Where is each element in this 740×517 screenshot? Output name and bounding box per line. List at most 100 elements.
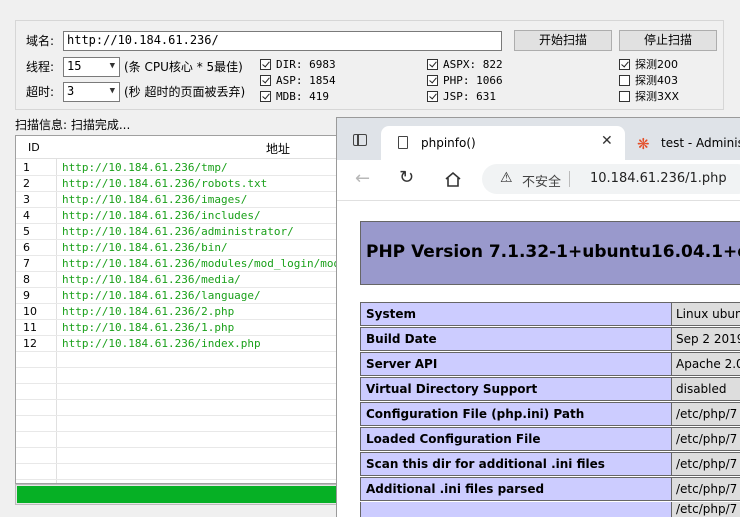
empty-row — [16, 416, 344, 432]
warning-icon[interactable]: ⚠ — [500, 170, 513, 186]
address-bar: ← ↻ ⚠ 不安全 10.184.61.236/1.php — [337, 160, 740, 201]
row-id: 11 — [23, 321, 37, 334]
checkbox-label: 探测3XX — [635, 90, 680, 103]
table-row[interactable]: 11 http://10.184.61.236/1.php — [16, 320, 344, 336]
phpinfo-value: disabled — [672, 377, 740, 401]
row-address[interactable]: http://10.184.61.236/bin/ — [62, 241, 228, 254]
scan-config-panel: 域名: http://10.184.61.236/ 开始扫描 停止扫描 线程: … — [15, 20, 724, 110]
empty-row — [16, 464, 344, 480]
tab-test-administrator[interactable]: ❋ test - Administ — [627, 126, 740, 160]
row-address[interactable]: http://10.184.61.236/1.php — [62, 321, 234, 334]
phpinfo-value: Linux ubun — [672, 302, 740, 326]
checkbox[interactable] — [260, 91, 271, 102]
table-row[interactable]: 12 http://10.184.61.236/index.php — [16, 336, 344, 352]
home-icon[interactable] — [444, 171, 462, 188]
table-row[interactable]: 4 http://10.184.61.236/includes/ — [16, 208, 344, 224]
page-icon — [398, 136, 408, 149]
phpinfo-row: Loaded Configuration File/etc/php/7 — [360, 427, 740, 452]
chevron-down-icon: ▼ — [109, 86, 115, 96]
row-address[interactable]: http://10.184.61.236/robots.txt — [62, 177, 267, 190]
checkbox[interactable] — [427, 75, 438, 86]
results-table[interactable]: ID 地址 1 http://10.184.61.236/tmp/2 http://… — [15, 135, 345, 484]
phpinfo-page: PHP Version 7.1.32-1+ubuntu16.04.1+deb S… — [337, 201, 740, 517]
row-address[interactable]: http://10.184.61.236/language/ — [62, 289, 261, 302]
checkbox-label: 探测200 — [635, 58, 678, 71]
php-version-title: PHP Version 7.1.32-1+ubuntu16.04.1+deb — [366, 242, 740, 262]
checkbox[interactable] — [260, 59, 271, 70]
checkbox[interactable] — [260, 75, 271, 86]
phpinfo-row: Scan this dir for additional .ini files /… — [360, 452, 740, 477]
row-id: 5 — [23, 225, 30, 238]
column-header-id[interactable]: ID — [28, 141, 40, 154]
timeout-hint: (秒 超时的页面被丢弃) — [124, 85, 246, 99]
tab-title: phpinfo() — [421, 136, 476, 150]
phpinfo-key — [360, 502, 672, 517]
close-icon[interactable]: ✕ — [601, 133, 613, 149]
threads-hint: (条 CPU核心 * 5最佳) — [124, 60, 243, 74]
tab-title: test - Administ — [661, 136, 740, 150]
phpinfo-row: Additional .ini files parsed/etc/php/7 — [360, 477, 740, 502]
back-arrow-icon[interactable]: ← — [355, 168, 370, 189]
checkbox-label: 探测403 — [635, 74, 678, 87]
threads-select[interactable]: 15 ▼ — [63, 57, 120, 77]
scan-status-text: 扫描信息: 扫描完成... — [15, 118, 131, 132]
url-field[interactable]: ⚠ 不安全 10.184.61.236/1.php — [482, 164, 740, 194]
column-header-address[interactable]: 地址 — [266, 140, 290, 157]
row-address[interactable]: http://10.184.61.236/modules/mod_login/m… — [62, 257, 344, 270]
row-address[interactable]: http://10.184.61.236/images/ — [62, 193, 247, 206]
url-text: 10.184.61.236/1.php — [590, 171, 727, 186]
domain-input[interactable]: http://10.184.61.236/ — [63, 31, 502, 51]
checkbox[interactable] — [619, 91, 630, 102]
row-address[interactable]: http://10.184.61.236/media/ — [62, 273, 241, 286]
scan-progress-bar — [15, 484, 345, 505]
checkbox[interactable] — [427, 91, 438, 102]
phpinfo-value: Apache 2.0 — [672, 352, 740, 376]
table-row[interactable]: 7 http://10.184.61.236/modules/mod_login/… — [16, 256, 344, 272]
row-address[interactable]: http://10.184.61.236/includes/ — [62, 209, 261, 222]
phpinfo-value: /etc/php/7 — [672, 402, 740, 426]
table-row[interactable]: 6 http://10.184.61.236/bin/ — [16, 240, 344, 256]
domain-label: 域名: — [26, 34, 55, 48]
empty-row — [16, 368, 344, 384]
phpinfo-row: Build Date Sep 2 2019 — [360, 327, 740, 352]
row-id: 3 — [23, 193, 30, 206]
empty-row — [16, 432, 344, 448]
row-address[interactable]: http://10.184.61.236/tmp/ — [62, 161, 228, 174]
table-row[interactable]: 1 http://10.184.61.236/tmp/ — [16, 160, 344, 176]
empty-row — [16, 384, 344, 400]
checkbox-label: ASPX: 822 — [443, 58, 503, 71]
row-id: 4 — [23, 209, 30, 222]
checkbox-label: MDB: 419 — [276, 90, 329, 103]
checkbox[interactable] — [619, 59, 630, 70]
empty-row — [16, 448, 344, 464]
table-row[interactable]: 2 http://10.184.61.236/robots.txt — [16, 176, 344, 192]
row-address[interactable]: http://10.184.61.236/administrator/ — [62, 225, 294, 238]
empty-row — [16, 352, 344, 368]
timeout-value: 3 — [67, 84, 75, 98]
table-row[interactable]: 10 http://10.184.61.236/2.php — [16, 304, 344, 320]
checkbox[interactable] — [619, 75, 630, 86]
row-address[interactable]: http://10.184.61.236/2.php — [62, 305, 234, 318]
start-scan-button[interactable]: 开始扫描 — [514, 30, 612, 51]
table-row[interactable]: 9 http://10.184.61.236/language/ — [16, 288, 344, 304]
sidebar-toggle-icon[interactable] — [353, 134, 367, 146]
tab-phpinfo[interactable]: phpinfo() ✕ — [381, 126, 625, 160]
url-divider — [569, 171, 570, 187]
reload-icon[interactable]: ↻ — [399, 167, 414, 188]
table-row[interactable]: 5 http://10.184.61.236/administrator/ — [16, 224, 344, 240]
php-version-header: PHP Version 7.1.32-1+ubuntu16.04.1+deb — [360, 221, 740, 285]
timeout-select[interactable]: 3 ▼ — [63, 82, 120, 102]
table-row[interactable]: 8 http://10.184.61.236/media/ — [16, 272, 344, 288]
row-id: 10 — [23, 305, 37, 318]
phpinfo-row: System Linux ubun — [360, 302, 740, 327]
phpinfo-value: Sep 2 2019 — [672, 327, 740, 351]
checkbox-label: DIR: 6983 — [276, 58, 336, 71]
checkbox-label: PHP: 1066 — [443, 74, 503, 87]
phpinfo-key: Additional .ini files parsed — [360, 477, 672, 501]
table-row[interactable]: 3 http://10.184.61.236/images/ — [16, 192, 344, 208]
row-address[interactable]: http://10.184.61.236/index.php — [62, 337, 261, 350]
checkbox[interactable] — [427, 59, 438, 70]
phpinfo-key: Configuration File (php.ini) Path — [360, 402, 672, 426]
row-id: 8 — [23, 273, 30, 286]
stop-scan-button[interactable]: 停止扫描 — [619, 30, 717, 51]
